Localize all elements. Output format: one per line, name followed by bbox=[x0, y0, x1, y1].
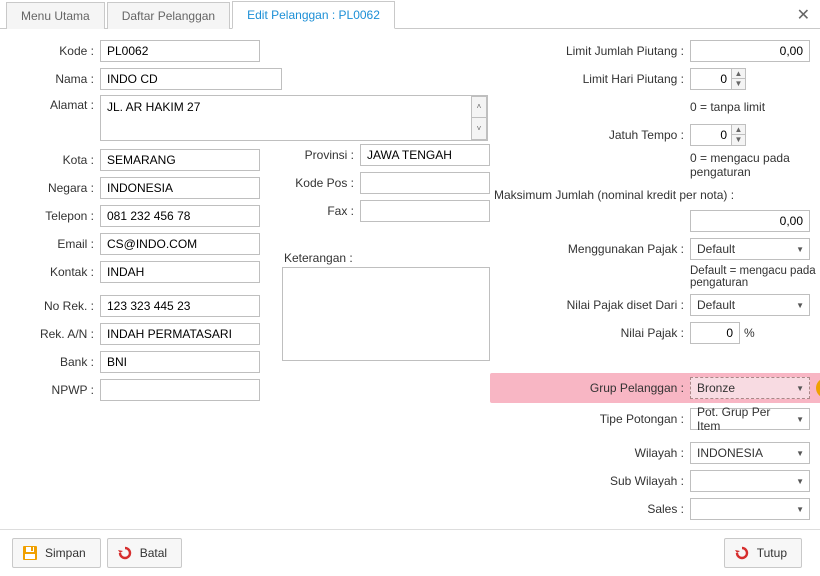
kontak-label: Kontak : bbox=[12, 265, 100, 279]
sub-wilayah-label: Sub Wilayah : bbox=[490, 474, 690, 488]
provinsi-input[interactable] bbox=[360, 144, 490, 166]
jatuh-tempo-stepper[interactable]: ▲ ▼ bbox=[690, 124, 746, 146]
nama-label: Nama : bbox=[12, 72, 100, 86]
fax-input[interactable] bbox=[360, 200, 490, 222]
grup-pelanggan-label: Grup Pelanggan : bbox=[494, 381, 690, 395]
tab-edit-pelanggan[interactable]: Edit Pelanggan : PL0062 bbox=[232, 1, 395, 29]
maksimum-jumlah-input[interactable] bbox=[690, 210, 810, 232]
rek-an-label: Rek. A/N : bbox=[12, 327, 100, 341]
limit-hari-piutang-input[interactable] bbox=[691, 69, 731, 89]
footer: Simpan Batal Tutup bbox=[0, 529, 820, 576]
jatuh-tempo-up[interactable]: ▲ bbox=[732, 125, 745, 135]
close-icon[interactable]: ✕ bbox=[797, 4, 820, 24]
alamat-input[interactable] bbox=[100, 95, 488, 141]
simpan-button[interactable]: Simpan bbox=[12, 538, 101, 568]
chevron-down-icon: ▼ bbox=[793, 477, 807, 486]
grup-pelanggan-select[interactable]: Bronze ▼ bbox=[690, 377, 810, 399]
wilayah-label: Wilayah : bbox=[490, 446, 690, 460]
rek-an-input[interactable] bbox=[100, 323, 260, 345]
jatuh-tempo-label: Jatuh Tempo : bbox=[490, 128, 690, 142]
chevron-down-icon: ▼ bbox=[793, 415, 807, 424]
sub-wilayah-select[interactable]: ▼ bbox=[690, 470, 810, 492]
telepon-input[interactable] bbox=[100, 205, 260, 227]
sales-label: Sales : bbox=[490, 502, 690, 516]
tutup-button[interactable]: Tutup bbox=[724, 538, 802, 568]
nama-input[interactable] bbox=[100, 68, 282, 90]
tipe-potongan-select[interactable]: Pot. Grup Per Item ▼ bbox=[690, 408, 810, 430]
wilayah-select[interactable]: INDONESIA ▼ bbox=[690, 442, 810, 464]
keterangan-label: Keterangan : bbox=[282, 251, 359, 265]
hint-tanpa-limit: 0 = tanpa limit bbox=[690, 100, 765, 114]
hint-mengacu: 0 = mengacu pada pengaturan bbox=[690, 151, 820, 179]
kota-label: Kota : bbox=[12, 153, 100, 167]
add-grup-button[interactable]: + bbox=[816, 378, 820, 398]
tipe-potongan-label: Tipe Potongan : bbox=[490, 412, 690, 426]
limit-jumlah-piutang-label: Limit Jumlah Piutang : bbox=[490, 44, 690, 58]
tab-menu-utama[interactable]: Menu Utama bbox=[6, 2, 105, 29]
npwp-input[interactable] bbox=[100, 379, 260, 401]
npwp-label: NPWP : bbox=[12, 383, 100, 397]
maksimum-jumlah-label: Maksimum Jumlah (nominal kredit per nota… bbox=[490, 188, 734, 202]
chevron-down-icon: ▼ bbox=[793, 245, 807, 254]
chevron-down-icon: ▼ bbox=[793, 505, 807, 514]
alamat-spin-down[interactable]: ˅ bbox=[471, 118, 487, 140]
limit-jumlah-piutang-input[interactable] bbox=[690, 40, 810, 62]
email-label: Email : bbox=[12, 237, 100, 251]
telepon-label: Telepon : bbox=[12, 209, 100, 223]
fax-label: Fax : bbox=[282, 204, 360, 218]
limit-hari-up[interactable]: ▲ bbox=[732, 69, 745, 79]
nilai-pajak-input[interactable] bbox=[690, 322, 740, 344]
limit-hari-piutang-stepper[interactable]: ▲ ▼ bbox=[690, 68, 746, 90]
save-icon bbox=[21, 545, 39, 561]
chevron-down-icon: ▼ bbox=[793, 449, 807, 458]
alamat-label: Alamat : bbox=[12, 95, 100, 112]
kode-pos-label: Kode Pos : bbox=[282, 176, 360, 190]
kontak-input[interactable] bbox=[100, 261, 260, 283]
email-input[interactable] bbox=[100, 233, 260, 255]
undo-icon bbox=[116, 545, 134, 561]
keterangan-input[interactable] bbox=[282, 267, 490, 361]
tab-bar: Menu Utama Daftar Pelanggan Edit Pelangg… bbox=[0, 0, 820, 29]
bank-label: Bank : bbox=[12, 355, 100, 369]
hint-default: Default = mengacu pada pengaturan bbox=[690, 265, 820, 289]
grup-pelanggan-row: Grup Pelanggan : Bronze ▼ + bbox=[490, 373, 820, 403]
nilai-pajak-diset-label: Nilai Pajak diset Dari : bbox=[490, 298, 690, 312]
kode-pos-input[interactable] bbox=[360, 172, 490, 194]
limit-hari-piutang-label: Limit Hari Piutang : bbox=[490, 72, 690, 86]
kode-label: Kode : bbox=[12, 44, 100, 58]
kode-input[interactable] bbox=[100, 40, 260, 62]
chevron-down-icon: ▼ bbox=[793, 301, 807, 310]
limit-hari-down[interactable]: ▼ bbox=[732, 79, 745, 89]
negara-label: Negara : bbox=[12, 181, 100, 195]
percent-label: % bbox=[744, 326, 755, 340]
alamat-spin-up[interactable]: ˄ bbox=[471, 96, 487, 118]
jatuh-tempo-down[interactable]: ▼ bbox=[732, 135, 745, 145]
provinsi-label: Provinsi : bbox=[282, 148, 360, 162]
chevron-down-icon: ▼ bbox=[793, 384, 807, 393]
jatuh-tempo-input[interactable] bbox=[691, 125, 731, 145]
negara-input[interactable] bbox=[100, 177, 260, 199]
tab-daftar-pelanggan[interactable]: Daftar Pelanggan bbox=[107, 2, 230, 29]
menggunakan-pajak-label: Menggunakan Pajak : bbox=[490, 242, 690, 256]
nilai-pajak-diset-select[interactable]: Default ▼ bbox=[690, 294, 810, 316]
no-rek-input[interactable] bbox=[100, 295, 260, 317]
exit-icon bbox=[733, 545, 751, 561]
kota-input[interactable] bbox=[100, 149, 260, 171]
nilai-pajak-label: Nilai Pajak : bbox=[490, 326, 690, 340]
no-rek-label: No Rek. : bbox=[12, 299, 100, 313]
batal-button[interactable]: Batal bbox=[107, 538, 182, 568]
menggunakan-pajak-select[interactable]: Default ▼ bbox=[690, 238, 810, 260]
bank-input[interactable] bbox=[100, 351, 260, 373]
